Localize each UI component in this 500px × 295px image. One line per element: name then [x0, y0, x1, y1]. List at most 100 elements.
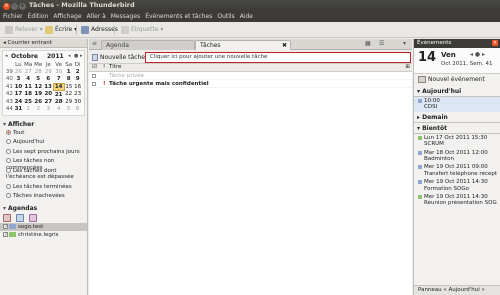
task-toolbar: Nouvelle tâche Cliquer ici pour ajouter … [89, 51, 412, 64]
checkbox-icon[interactable]: ✓ [3, 231, 8, 237]
menu-messages[interactable]: Messages [108, 11, 142, 20]
table-row[interactable]: ! Tâche urgente mais confidentiel [89, 80, 412, 88]
radio-icon [6, 193, 11, 199]
task-list-header: ☑ ! Titre ⊞ [89, 64, 412, 72]
prev-nav-icon[interactable]: ◂ [68, 53, 71, 59]
close-icon[interactable]: × [3, 3, 10, 10]
event-item[interactable]: Mer 19 Oct 2011 14:30 Réunion présentatio… [414, 193, 500, 208]
menu-bar: Fichier Édition Affichage Aller à Messages Év… [0, 11, 500, 22]
minimize-icon[interactable]: – [11, 3, 18, 10]
agenda-toolbar [0, 213, 87, 223]
filter-option[interactable]: Tâches inachevées [0, 192, 87, 202]
event-item[interactable]: Lun 17 Oct 2011 15:30 SCRUM [414, 134, 500, 149]
tab-taches[interactable]: Tâches ✖ [195, 40, 291, 50]
today-pane: Événements × 14 Ven ◂ ● ▸ Oct 2011, Sem. … [413, 39, 500, 295]
today-dot-icon[interactable]: ● [74, 53, 78, 59]
tasks-view: Nouvelle tâche Cliquer ici pour ajouter … [89, 51, 412, 295]
agenda-item[interactable]: ✓ christine.legris [0, 231, 87, 239]
title-column-header[interactable]: Titre [109, 64, 121, 71]
quick-add-task-input[interactable]: Cliquer ici pour ajouter une nouvelle tâ… [145, 52, 411, 63]
selected-day[interactable]: 14 [52, 82, 65, 92]
color-swatch [9, 223, 16, 229]
menu-aller[interactable]: Aller à [84, 11, 108, 20]
group-soon[interactable]: ▾ Bientôt [414, 123, 500, 134]
menu-fichier[interactable]: Fichier [0, 11, 25, 20]
checkbox-icon[interactable] [92, 82, 96, 86]
menu-outils[interactable]: Outils [214, 11, 236, 20]
menu-affichage[interactable]: Affichage [50, 11, 83, 20]
day-nav-icon[interactable]: ◂ ● ▸ [470, 51, 485, 58]
left-pane: ◂ Courrier entrant ◂ Octobre 2011 ◂ ● ▸ … [0, 39, 88, 295]
menu-edition[interactable]: Édition [25, 11, 51, 20]
filter-option[interactable]: Tout [0, 129, 87, 139]
tag-icon [121, 25, 129, 34]
close-icon[interactable]: × [492, 40, 498, 46]
color-swatch [418, 150, 422, 155]
table-row[interactable]: Tâche privée [89, 72, 412, 80]
filter-option[interactable]: Les tâches dont l'échéance est dépassée [0, 167, 87, 183]
new-task-icon [92, 54, 98, 61]
today-pane-toggle[interactable]: Panneau « Aujourd'hui » [414, 285, 500, 295]
filter-option[interactable]: Les sept prochains jours [0, 148, 87, 158]
filter-option[interactable]: Les tâches non commencées [0, 157, 87, 171]
radio-icon [6, 167, 11, 173]
checkbox-icon[interactable] [92, 74, 96, 78]
receive-button[interactable]: Relever ▾ [2, 24, 46, 36]
close-tab-icon[interactable]: ✖ [282, 41, 287, 50]
task-list-icon[interactable]: ☰ [379, 40, 384, 47]
collapse-arrow-icon: ▾ [3, 120, 7, 128]
agenda-item[interactable]: ✓ sogo.test [0, 222, 87, 231]
mail-folder-header[interactable]: ◂ Courrier entrant [0, 39, 87, 48]
new-task-button[interactable]: Nouvelle tâche [92, 53, 145, 62]
next-nav-icon[interactable]: ▸ [80, 53, 83, 59]
tag-button[interactable]: Étiquette ▾ [118, 24, 166, 36]
radio-icon [6, 129, 11, 135]
color-swatch [418, 180, 422, 185]
filter-section-title[interactable]: ▾ Afficher [0, 118, 87, 129]
menu-aide[interactable]: Aide [237, 11, 255, 20]
prev-month-icon[interactable]: ◂ [5, 53, 8, 59]
completed-column-icon[interactable]: ☑ [92, 64, 97, 71]
new-event-button[interactable]: Nouvel événement [414, 74, 500, 86]
calendar-year[interactable]: 2011 [47, 53, 64, 60]
event-item[interactable]: Mar 18 Oct 2011 12:00 Badminton [414, 149, 500, 164]
main-toolbar: Relever ▾ Écrire ▾ Adresses Étiquette ▾ [0, 22, 500, 38]
group-today[interactable]: ▾ Aujourd'hui [414, 86, 500, 97]
agendas-section-title[interactable]: ▾ Agendas [0, 202, 87, 213]
radio-icon [6, 139, 11, 145]
write-button[interactable]: Écrire ▾ [42, 24, 80, 36]
group-tomorrow[interactable]: ▸ Demain [414, 112, 500, 123]
download-icon [5, 25, 13, 34]
tab-menu-icon[interactable]: ▾ [403, 40, 406, 47]
priority-column-icon[interactable]: ! [103, 64, 105, 71]
event-item[interactable]: Mer 19 Oct 2011 14:30 Formation SOGo [414, 178, 500, 193]
title-bar: × – + Tâches - Mozilla Thunderbird [0, 0, 500, 11]
color-swatch [9, 231, 16, 237]
tabs-scroll-left-icon[interactable]: ≡ [92, 40, 97, 47]
radio-icon [6, 148, 11, 154]
event-item[interactable]: Mer 19 Oct 2011 09:00 Transfert téléphone… [414, 163, 500, 178]
filter-option[interactable]: Aujourd'hui [0, 138, 87, 148]
today-date: 14 Ven ◂ ● ▸ Oct 2011, Sem. 41 [414, 48, 500, 74]
checkbox-icon[interactable]: ✓ [3, 223, 8, 229]
event-item[interactable]: 10:00 CDSI [414, 97, 500, 112]
radio-icon [6, 183, 11, 189]
color-swatch [418, 195, 422, 200]
radio-icon [6, 158, 11, 164]
mini-calendar: ◂ Octobre 2011 ◂ ● ▸ Lu Ma Me Je Ve Sa Di 39 26… [2, 50, 85, 116]
tab-bar: ≡ Agenda Tâches ✖ ▦ ☰ ▾ [89, 39, 412, 50]
column-picker-icon[interactable]: ⊞ [405, 64, 410, 71]
menu-evenements[interactable]: Événements et tâches [142, 11, 214, 20]
address-book-icon [81, 25, 89, 34]
new-calendar-icon[interactable] [3, 213, 11, 222]
collapse-arrow-icon: ▾ [3, 204, 7, 212]
grid-view-icon[interactable]: ▦ [365, 40, 371, 47]
tab-agenda[interactable]: Agenda [101, 40, 195, 50]
calendar-month[interactable]: Octobre [11, 53, 38, 60]
filter-option[interactable]: Les tâches terminées [0, 183, 87, 193]
calendar-properties-icon[interactable] [16, 213, 24, 222]
maximize-icon[interactable]: + [19, 3, 26, 10]
calendar-grid: Lu Ma Me Je Ve Sa Di 39 26 27 28 29 30 1 2 40 3 4 5 6 7 8 9 … [5, 61, 82, 113]
window-title: Tâches - Mozilla Thunderbird [29, 1, 135, 9]
delete-calendar-icon[interactable] [29, 213, 37, 222]
